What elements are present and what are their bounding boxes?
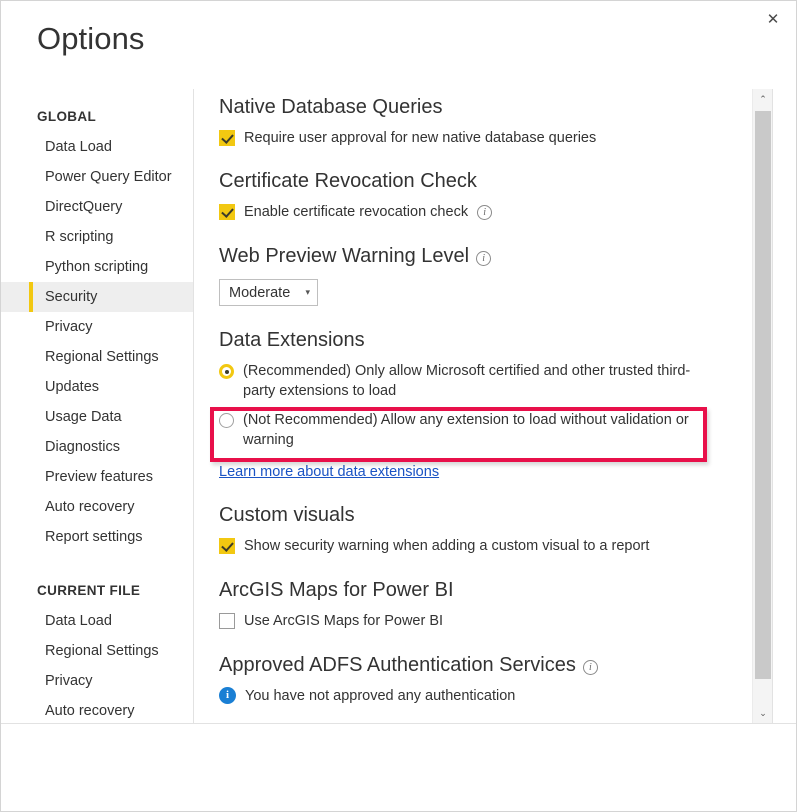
sidebar-item-security[interactable]: Security	[1, 282, 193, 312]
scrollbar-thumb[interactable]	[755, 111, 771, 679]
sidebar-item-power-query-editor[interactable]: Power Query Editor	[1, 162, 193, 192]
checkbox-label: Enable certificate revocation check	[244, 204, 469, 220]
info-icon[interactable]: i	[477, 205, 493, 220]
sidebar-item-cf-data-load[interactable]: Data Load	[1, 606, 193, 636]
learn-more-data-extensions-link[interactable]: Learn more about data extensions	[219, 464, 439, 480]
checkbox-label: Show security warning when adding a cust…	[244, 538, 650, 554]
radio-not-recommended-extensions[interactable]: (Not Recommended) Allow any extension to…	[219, 410, 751, 450]
close-icon[interactable]: ✕	[752, 3, 794, 35]
sidebar-item-usage-data[interactable]: Usage Data	[1, 402, 193, 432]
scroll-down-icon[interactable]: ⌄	[753, 703, 773, 723]
sidebar-item-privacy[interactable]: Privacy	[1, 312, 193, 342]
checkbox-icon	[219, 538, 235, 554]
sidebar-group-global-title: GLOBAL	[37, 109, 97, 124]
checkbox-enable-certificate-revocation[interactable]: Enable certificate revocation check i	[219, 202, 751, 222]
sidebar-item-cf-regional-settings[interactable]: Regional Settings	[1, 636, 193, 666]
checkbox-label: Use ArcGIS Maps for Power BI	[244, 613, 444, 629]
content-right-divider	[772, 89, 773, 723]
close-glyph: ✕	[766, 10, 780, 28]
checkbox-icon	[219, 204, 235, 220]
sidebar-item-data-load[interactable]: Data Load	[1, 132, 193, 162]
dialog-footer: OK Cancel	[1, 723, 796, 811]
radio-label: (Recommended) Only allow Microsoft certi…	[243, 363, 691, 399]
settings-content-panel: Native Database Queries Require user app…	[195, 89, 751, 723]
scroll-up-icon[interactable]: ⌃	[753, 89, 773, 109]
dialog-titlebar: Options ✕	[1, 1, 796, 89]
radio-icon	[219, 413, 234, 428]
radio-recommended-extensions[interactable]: (Recommended) Only allow Microsoft certi…	[219, 361, 751, 401]
checkbox-label: Require user approval for new native dat…	[244, 130, 597, 146]
dropdown-selected-value: Moderate	[229, 284, 291, 301]
sidebar-item-auto-recovery[interactable]: Auto recovery	[1, 492, 193, 522]
sidebar-group-current-file-title: CURRENT FILE	[37, 583, 141, 598]
sidebar-item-r-scripting[interactable]: R scripting	[1, 222, 193, 252]
info-icon[interactable]: i	[582, 660, 598, 675]
checkbox-show-security-warning[interactable]: Show security warning when adding a cust…	[219, 536, 751, 556]
checkbox-require-user-approval[interactable]: Require user approval for new native dat…	[219, 128, 751, 148]
section-heading-data-extensions: Data Extensions	[219, 329, 365, 351]
page-title: Options	[37, 21, 145, 56]
radio-icon	[219, 364, 234, 379]
section-heading-text: Web Preview Warning Level	[219, 245, 470, 267]
section-heading-native-database-queries: Native Database Queries	[219, 96, 443, 118]
checkbox-icon	[219, 130, 235, 146]
section-heading-custom-visuals: Custom visuals	[219, 504, 355, 526]
sidebar-item-directquery[interactable]: DirectQuery	[1, 192, 193, 222]
section-heading-web-preview-warning-level: Web Preview Warning Level i	[219, 245, 751, 268]
info-icon[interactable]: i	[476, 251, 492, 266]
chevron-down-icon: ▾	[305, 287, 310, 297]
adfs-status-text: You have not approved any authentication	[245, 688, 516, 704]
sidebar-item-cf-privacy[interactable]: Privacy	[1, 666, 193, 696]
adfs-status-message: i You have not approved any authenticati…	[219, 686, 751, 706]
sidebar-item-diagnostics[interactable]: Diagnostics	[1, 432, 193, 462]
sidebar-item-updates[interactable]: Updates	[1, 372, 193, 402]
section-heading-certificate-revocation-check: Certificate Revocation Check	[219, 170, 477, 192]
content-scrollbar[interactable]: ⌃ ⌄	[752, 89, 773, 723]
options-dialog: Options ✕ GLOBAL Data Load Power Query E…	[0, 0, 797, 812]
checkbox-use-arcgis-maps[interactable]: Use ArcGIS Maps for Power BI	[219, 611, 751, 631]
info-filled-icon: i	[219, 687, 236, 704]
sidebar-item-regional-settings[interactable]: Regional Settings	[1, 342, 193, 372]
checkbox-icon	[219, 613, 235, 629]
sidebar-item-report-settings[interactable]: Report settings	[1, 522, 193, 552]
sidebar-item-python-scripting[interactable]: Python scripting	[1, 252, 193, 282]
section-heading-arcgis-maps: ArcGIS Maps for Power BI	[219, 579, 454, 601]
sidebar-item-preview-features[interactable]: Preview features	[1, 462, 193, 492]
dropdown-web-preview-warning-level[interactable]: Moderate ▾	[219, 279, 318, 306]
radio-label: (Not Recommended) Allow any extension to…	[243, 412, 689, 448]
sidebar-item-cf-auto-recovery[interactable]: Auto recovery	[1, 696, 193, 723]
section-heading-text: Approved ADFS Authentication Services	[219, 654, 576, 676]
section-heading-approved-adfs: Approved ADFS Authentication Services i	[219, 654, 751, 677]
sidebar: GLOBAL Data Load Power Query Editor Dire…	[1, 89, 194, 723]
